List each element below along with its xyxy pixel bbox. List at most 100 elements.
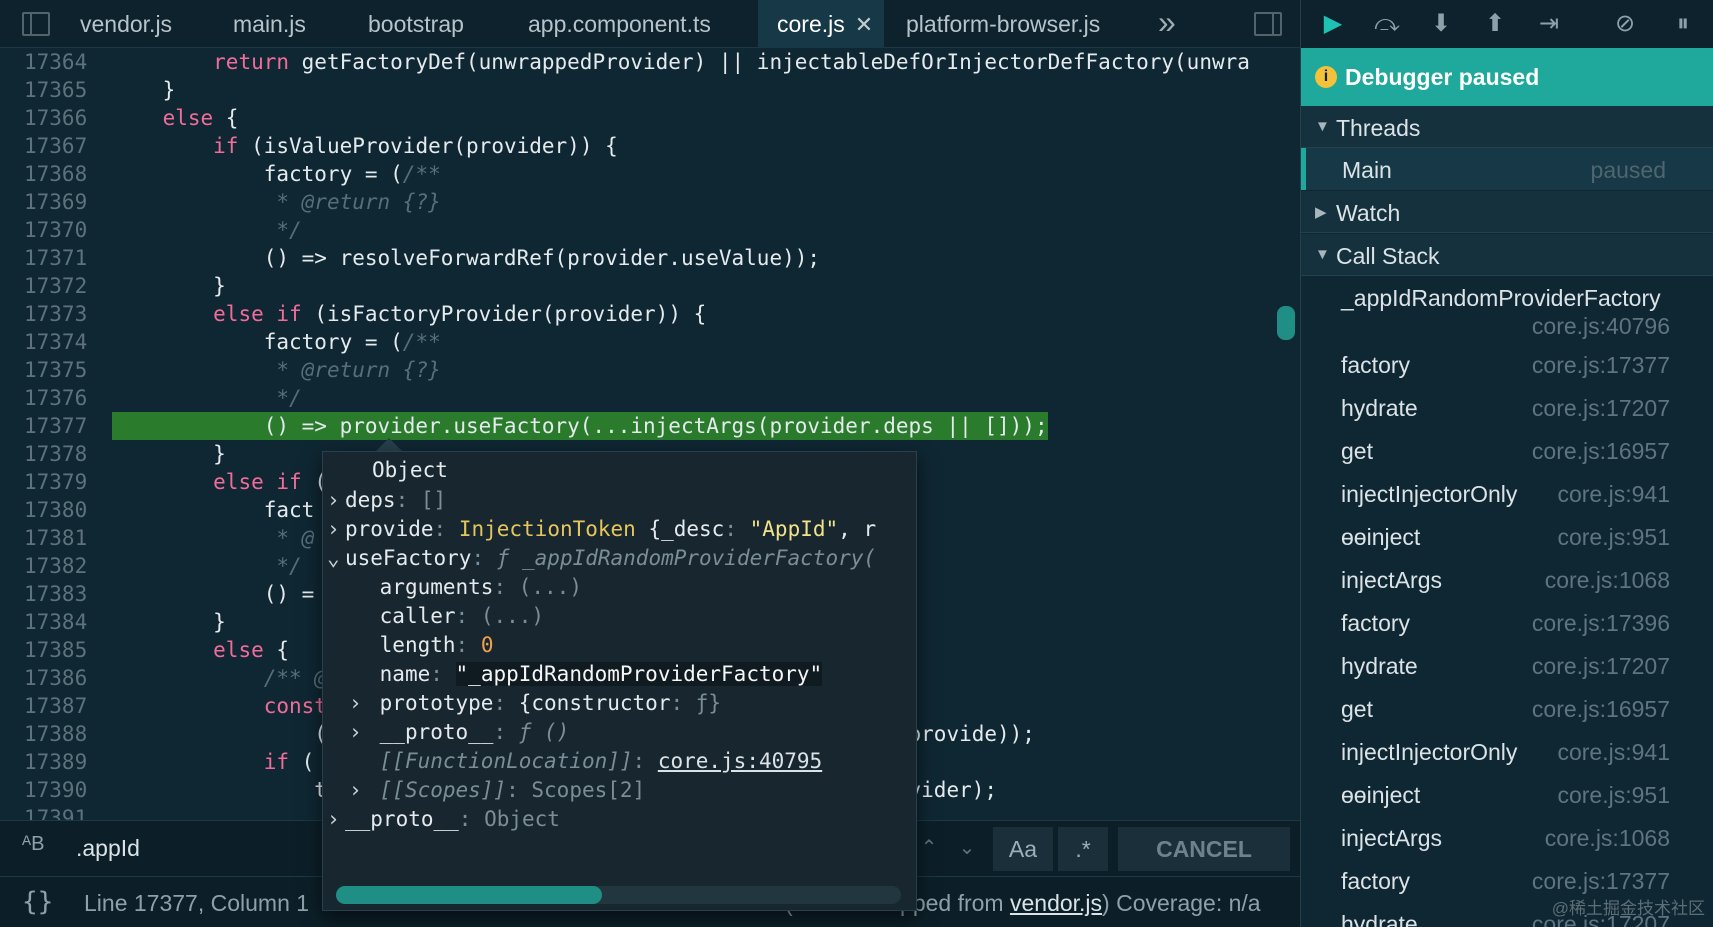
- call-stack-frame[interactable]: injectArgs core.js:1068: [1301, 817, 1713, 860]
- call-stack-frame[interactable]: get core.js:16957: [1301, 688, 1713, 731]
- chevron-right-icon[interactable]: ›: [349, 774, 367, 806]
- chevron-right-icon[interactable]: ›: [327, 803, 345, 835]
- line-number[interactable]: 17371: [24, 244, 94, 272]
- chevron-right-icon[interactable]: ›: [349, 687, 367, 719]
- chevron-down-icon[interactable]: ⌄: [327, 542, 345, 574]
- line-number[interactable]: 17367: [24, 132, 94, 160]
- resume-icon[interactable]: ▶: [1315, 6, 1351, 42]
- cancel-button[interactable]: CANCEL: [1118, 827, 1290, 871]
- deactivate-breakpoints-icon[interactable]: ⊘: [1607, 6, 1643, 42]
- source-map-link[interactable]: vendor.js: [1010, 890, 1102, 916]
- next-match-icon[interactable]: ⌄: [950, 831, 984, 865]
- line-number[interactable]: 17366: [24, 104, 94, 132]
- match-case-button[interactable]: Aa: [993, 827, 1053, 871]
- code-line[interactable]: 17376 */: [0, 384, 1300, 412]
- property-row[interactable]: › __proto__: Object: [327, 803, 560, 835]
- call-stack-frame[interactable]: injectInjectorOnly core.js:941: [1301, 731, 1713, 774]
- tab-vendor-js[interactable]: vendor.js: [80, 0, 172, 48]
- function-location-link[interactable]: core.js:40795: [658, 749, 822, 773]
- line-number[interactable]: 17383: [24, 580, 94, 608]
- call-stack-frame[interactable]: hydrate core.js:17207: [1301, 387, 1713, 430]
- line-number[interactable]: 17379: [24, 468, 94, 496]
- code-line[interactable]: 17365 }: [0, 76, 1300, 104]
- code-line[interactable]: 17367 if (isValueProvider(provider)) {: [0, 132, 1300, 160]
- property-row[interactable]: › __proto__: ƒ (): [349, 716, 569, 748]
- tab-main-js[interactable]: main.js: [233, 0, 306, 48]
- call-stack-frame[interactable]: factory core.js:17396: [1301, 602, 1713, 645]
- line-number[interactable]: 17385: [24, 636, 94, 664]
- line-number[interactable]: 17365: [24, 76, 94, 104]
- line-number[interactable]: 17381: [24, 524, 94, 552]
- line-number[interactable]: 17387: [24, 692, 94, 720]
- pretty-print-icon[interactable]: {}: [22, 887, 53, 917]
- threads-section-header[interactable]: ▼ Threads: [1301, 106, 1713, 148]
- toggle-sidebar-icon[interactable]: [22, 12, 50, 36]
- property-row[interactable]: › [[Scopes]]: Scopes[2]: [349, 774, 645, 806]
- callstack-section-header[interactable]: ▼ Call Stack: [1301, 234, 1713, 276]
- call-stack-frame[interactable]: ɵɵinject core.js:951: [1301, 774, 1713, 817]
- property-row[interactable]: ⌄ useFactory: ƒ _appIdRandomProviderFacto…: [327, 542, 876, 574]
- code-line-current[interactable]: 17377 () => provider.useFactory(...injec…: [0, 412, 1300, 440]
- line-number[interactable]: 17391: [24, 804, 94, 820]
- line-number[interactable]: 17388: [24, 720, 94, 748]
- code-line[interactable]: 17370 */: [0, 216, 1300, 244]
- step-out-icon[interactable]: ⬆: [1477, 6, 1513, 42]
- more-tabs-icon[interactable]: »: [1158, 0, 1176, 48]
- code-line[interactable]: 17369 * @return {?}: [0, 188, 1300, 216]
- close-tab-icon[interactable]: ✕: [855, 12, 873, 37]
- call-stack-frame[interactable]: injectArgs core.js:1068: [1301, 559, 1713, 602]
- code-line[interactable]: 17373 else if (isFactoryProvider(provide…: [0, 300, 1300, 328]
- tab-app-component-ts[interactable]: app.component.ts: [528, 0, 711, 48]
- line-number[interactable]: 17380: [24, 496, 94, 524]
- line-number[interactable]: 17375: [24, 356, 94, 384]
- call-stack-frame[interactable]: get core.js:16957: [1301, 430, 1713, 473]
- line-number[interactable]: 17374: [24, 328, 94, 356]
- call-stack-frame[interactable]: injectInjectorOnly core.js:941: [1301, 473, 1713, 516]
- pause-on-exceptions-icon[interactable]: ⏸: [1665, 6, 1701, 42]
- step-icon[interactable]: ⇥: [1531, 6, 1567, 42]
- step-over-icon[interactable]: ⤼: [1369, 6, 1405, 42]
- line-number[interactable]: 17390: [24, 776, 94, 804]
- line-number[interactable]: 17377: [24, 412, 94, 440]
- line-number[interactable]: 17378: [24, 440, 94, 468]
- code-line[interactable]: 17371 () => resolveForwardRef(provider.u…: [0, 244, 1300, 272]
- chevron-right-icon[interactable]: ›: [327, 484, 345, 516]
- line-number[interactable]: 17384: [24, 608, 94, 636]
- call-stack-frame[interactable]: hydrate core.js:17207: [1301, 645, 1713, 688]
- tab-platform-browser-js[interactable]: platform-browser.js: [906, 0, 1100, 48]
- previous-match-icon[interactable]: ⌃: [912, 831, 946, 865]
- call-stack-frame[interactable]: _appIdRandomProviderFactory core.js:40796: [1301, 277, 1713, 339]
- search-input[interactable]: [64, 829, 324, 867]
- code-line[interactable]: 17375 * @return {?}: [0, 356, 1300, 384]
- line-number[interactable]: 17369: [24, 188, 94, 216]
- vertical-scrollbar[interactable]: [1277, 306, 1295, 340]
- call-stack-frame[interactable]: ɵɵinject core.js:951: [1301, 516, 1713, 559]
- line-number[interactable]: 17389: [24, 748, 94, 776]
- line-number[interactable]: 17373: [24, 300, 94, 328]
- code-line[interactable]: 17372 }: [0, 272, 1300, 300]
- thread-item-main[interactable]: Main paused: [1301, 148, 1713, 190]
- watch-section-header[interactable]: ▶ Watch: [1301, 191, 1713, 233]
- tab-bootstrap[interactable]: bootstrap: [368, 0, 464, 48]
- code-line[interactable]: 17374 factory = (/**: [0, 328, 1300, 356]
- property-row[interactable]: › deps: []: [327, 484, 446, 516]
- code-line[interactable]: 17366 else {: [0, 104, 1300, 132]
- line-number[interactable]: 17372: [24, 272, 94, 300]
- code-line[interactable]: 17368 factory = (/**: [0, 160, 1300, 188]
- line-number[interactable]: 17364: [24, 48, 94, 76]
- line-number[interactable]: 17368: [24, 160, 94, 188]
- chevron-right-icon[interactable]: ›: [349, 716, 367, 748]
- tab-core-js[interactable]: core.js ✕: [758, 0, 884, 48]
- call-stack-frame[interactable]: factory core.js:17377: [1301, 344, 1713, 387]
- regex-button[interactable]: .*: [1058, 827, 1108, 871]
- line-number[interactable]: 17386: [24, 664, 94, 692]
- chevron-right-icon[interactable]: ›: [327, 513, 345, 545]
- line-number[interactable]: 17376: [24, 384, 94, 412]
- step-in-icon[interactable]: ⬇: [1423, 6, 1459, 42]
- property-row[interactable]: › prototype: {constructor: ƒ}: [349, 687, 721, 719]
- popover-scrollbar[interactable]: [336, 886, 602, 904]
- line-number[interactable]: 17370: [24, 216, 94, 244]
- toggle-debugger-panel-icon[interactable]: [1254, 12, 1282, 36]
- line-number[interactable]: 17382: [24, 552, 94, 580]
- code-line[interactable]: 17364 return getFactoryDef(unwrappedProv…: [0, 48, 1300, 76]
